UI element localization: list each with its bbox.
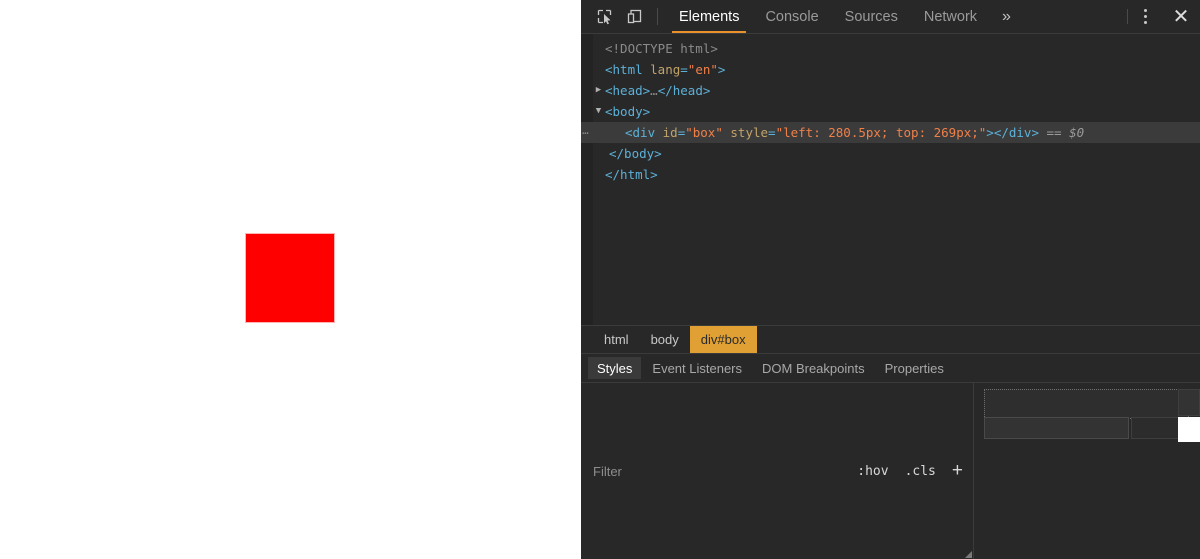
dom-token-tag: <body> — [605, 104, 651, 119]
dom-row[interactable]: </html> — [581, 164, 1200, 185]
box-model-outer — [984, 389, 1189, 419]
styles-tab-properties[interactable]: Properties — [876, 357, 953, 379]
page-viewport — [0, 0, 581, 559]
dom-token-attr: lang — [650, 62, 681, 77]
tab-sources[interactable]: Sources — [832, 0, 911, 33]
tab-console-label: Console — [765, 8, 819, 25]
devtools-header: Elements Console Sources Network » ✕ — [581, 0, 1200, 34]
dom-token-doctype: … — [650, 83, 658, 98]
dom-token-dollar: == $0 — [1038, 125, 1085, 140]
tab-console[interactable]: Console — [752, 0, 831, 33]
more-tabs-chevron-icon[interactable]: » — [990, 0, 1023, 33]
close-label: ✕ — [1172, 5, 1190, 28]
dom-token-tag: ></div> — [986, 125, 1039, 140]
filter-bar: :hov .cls + — [581, 383, 974, 559]
dom-token-tag: > — [717, 62, 726, 77]
tab-elements-label: Elements — [679, 8, 740, 25]
inspect-cursor-icon[interactable] — [589, 0, 619, 33]
dom-row-gutter-marker: ⋯ — [582, 126, 589, 139]
tab-elements[interactable]: Elements — [666, 0, 752, 33]
dom-token-tag: <html — [605, 62, 651, 77]
dom-token-punct: = — [677, 125, 686, 140]
kebab-menu-icon[interactable] — [1128, 0, 1162, 33]
dom-token-punct: = — [680, 62, 688, 77]
dom-token-val: "en" — [687, 62, 718, 77]
dom-token-tag: </html> — [605, 167, 658, 182]
tab-sources-label: Sources — [844, 8, 898, 25]
styles-tab-event-listeners[interactable]: Event Listeners — [643, 357, 751, 379]
dom-token-attr: id — [662, 125, 678, 140]
dom-token-doctype: <!DOCTYPE html> — [605, 41, 718, 56]
toolbar-separator — [657, 8, 658, 25]
chevron-right-icon[interactable]: ▶ — [593, 80, 604, 101]
dom-row-selected[interactable]: ⋯ <div id = "box" style = "left: 280.5px; top… — [581, 122, 1200, 143]
styles-tab-styles[interactable]: Styles — [588, 357, 642, 379]
dom-token-punct: = — [768, 125, 776, 140]
dom-token-tag: <div — [625, 125, 663, 140]
dom-row[interactable]: </body> — [581, 143, 1200, 164]
devtools-screenshot: Elements Console Sources Network » ✕ <!D… — [0, 0, 1200, 559]
dom-row[interactable]: ▶ <head>… </head> — [581, 80, 1200, 101]
new-style-rule-button[interactable]: + — [944, 461, 973, 482]
dom-token-val: "box" — [685, 125, 723, 140]
tab-network[interactable]: Network — [911, 0, 990, 33]
dom-token-tag — [723, 122, 731, 143]
header-spacer — [1023, 0, 1127, 33]
box-model-side-a — [1178, 389, 1200, 416]
more-tabs-label: » — [1002, 7, 1011, 25]
dom-token-tag: </head> — [657, 83, 711, 98]
dom-row[interactable]: ▼ <body> — [581, 101, 1200, 122]
close-icon[interactable]: ✕ — [1162, 0, 1200, 33]
device-toolbar-icon[interactable] — [619, 0, 649, 33]
box-model-side-b — [1178, 417, 1200, 442]
dom-tree[interactable]: <!DOCTYPE html> <html lang = "en" > ▶ <head>… <… — [581, 34, 1200, 325]
box-model-panel — [974, 383, 1200, 559]
breadcrumb: html body div#box — [581, 325, 1200, 353]
filter-input[interactable] — [593, 463, 850, 479]
styles-pane-bottom: :hov .cls + — [581, 382, 1200, 559]
styles-pane-tabs: Styles Event Listeners DOM Breakpoints Prop… — [581, 353, 1200, 382]
hov-button[interactable]: :hov — [849, 464, 896, 479]
dom-token-attr: style — [730, 125, 769, 140]
dom-token-tag: </body> — [609, 146, 662, 161]
box-model-inner — [984, 417, 1129, 439]
breadcrumb-item-html[interactable]: html — [593, 326, 640, 353]
dom-token-val: "left: 280.5px; top: 269px;" — [775, 125, 987, 140]
chevron-down-icon[interactable]: ▼ — [593, 101, 604, 122]
dom-row[interactable]: <!DOCTYPE html> — [581, 38, 1200, 59]
breadcrumb-item-body[interactable]: body — [640, 326, 690, 353]
tab-network-label: Network — [923, 8, 978, 25]
dom-row[interactable]: <html lang = "en" > — [581, 59, 1200, 80]
styles-tab-dom-breakpoints[interactable]: DOM Breakpoints — [753, 357, 874, 379]
dom-token-tag: <head> — [605, 83, 651, 98]
devtools-panel: Elements Console Sources Network » ✕ <!D… — [581, 0, 1200, 559]
cls-button[interactable]: .cls — [897, 464, 944, 479]
devtools-tabs: Elements Console Sources Network » — [666, 0, 1023, 33]
red-box-element[interactable] — [245, 233, 335, 323]
resize-handle[interactable] — [965, 551, 972, 558]
breadcrumb-item-div-box[interactable]: div#box — [689, 326, 757, 353]
